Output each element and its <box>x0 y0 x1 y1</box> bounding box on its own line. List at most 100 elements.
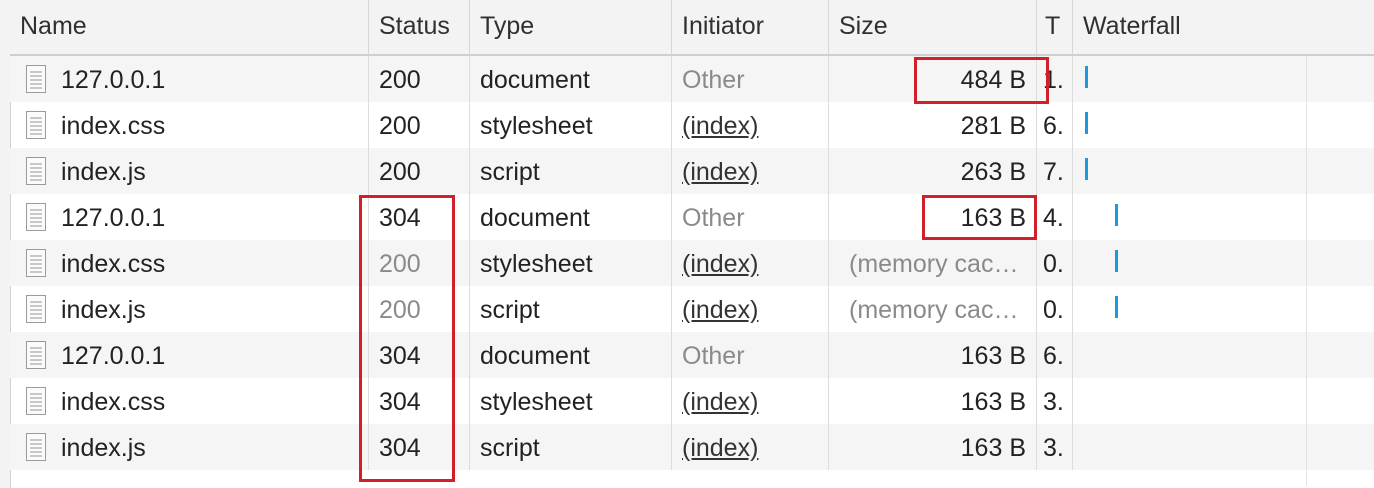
document-icon <box>26 341 46 369</box>
cell-size: (memory cac… <box>829 286 1037 332</box>
column-header-waterfall[interactable]: Waterfall <box>1073 0 1374 54</box>
initiator-link[interactable]: (index) <box>682 158 758 186</box>
cell-waterfall <box>1073 332 1374 378</box>
request-name: index.css <box>61 112 166 140</box>
request-name: index.js <box>61 158 146 186</box>
cell-status: 200 <box>369 240 470 286</box>
column-header-type[interactable]: Type <box>470 0 672 54</box>
cell-name[interactable]: 127.0.0.1 <box>10 194 369 240</box>
cell-time: 6. <box>1037 332 1073 378</box>
table-row[interactable]: index.js 200 script (index) 263 B 7. <box>10 148 1374 194</box>
cell-waterfall <box>1073 56 1374 102</box>
document-icon <box>26 433 46 461</box>
cell-name[interactable]: index.css <box>10 378 369 424</box>
cell-time: 0. <box>1037 240 1073 286</box>
cell-size: 163 B <box>829 378 1037 424</box>
cell-waterfall <box>1073 148 1374 194</box>
column-header-name[interactable]: Name <box>10 0 369 54</box>
cell-type: script <box>470 148 672 194</box>
table-row[interactable]: 127.0.0.1 200 document Other 484 B 1. <box>10 56 1374 102</box>
cell-size: (memory cac… <box>829 240 1037 286</box>
request-name: 127.0.0.1 <box>61 66 166 94</box>
cell-time: 7. <box>1037 148 1073 194</box>
document-icon <box>26 203 46 231</box>
document-icon <box>26 249 46 277</box>
waterfall-bar <box>1115 296 1118 318</box>
request-name: 127.0.0.1 <box>61 204 166 232</box>
cell-name[interactable]: 127.0.0.1 <box>10 332 369 378</box>
initiator-text: Other <box>682 66 745 94</box>
request-name: index.css <box>61 388 166 416</box>
initiator-link[interactable]: (index) <box>682 388 758 416</box>
column-header-initiator[interactable]: Initiator <box>672 0 829 54</box>
initiator-link[interactable]: (index) <box>682 296 758 324</box>
cell-status: 200 <box>369 56 470 102</box>
cell-name[interactable]: index.js <box>10 148 369 194</box>
document-icon <box>26 111 46 139</box>
cell-name[interactable]: index.css <box>10 240 369 286</box>
cell-type: document <box>470 332 672 378</box>
cell-status: 304 <box>369 378 470 424</box>
column-header-size[interactable]: Size <box>829 0 1037 54</box>
waterfall-bar <box>1085 158 1088 180</box>
initiator-link[interactable]: (index) <box>682 250 758 278</box>
request-name: index.css <box>61 250 166 278</box>
cell-time: 1. <box>1037 56 1073 102</box>
request-name: 127.0.0.1 <box>61 342 166 370</box>
waterfall-bar <box>1085 66 1088 88</box>
cell-name[interactable]: index.js <box>10 286 369 332</box>
table-row[interactable]: index.css 200 stylesheet (index) (memory cac… <box>10 240 1374 286</box>
cell-time: 6. <box>1037 102 1073 148</box>
cell-type: stylesheet <box>470 240 672 286</box>
cell-time: 3. <box>1037 424 1073 470</box>
table-row[interactable]: 127.0.0.1 304 document Other 163 B 4. <box>10 194 1374 240</box>
cell-name[interactable]: 127.0.0.1 <box>10 56 369 102</box>
table-row[interactable]: 127.0.0.1 304 document Other 163 B 6. <box>10 332 1374 378</box>
cell-initiator: Other <box>672 332 829 378</box>
document-icon <box>26 65 46 93</box>
cell-waterfall <box>1073 378 1374 424</box>
cell-initiator: (index) <box>672 378 829 424</box>
cell-status: 200 <box>369 286 470 332</box>
table-row[interactable]: index.js 304 script (index) 163 B 3. <box>10 424 1374 470</box>
cell-initiator: (index) <box>672 286 829 332</box>
column-header-time[interactable]: T <box>1037 0 1073 54</box>
cell-name[interactable]: index.css <box>10 102 369 148</box>
cell-status: 200 <box>369 148 470 194</box>
cell-size: 484 B <box>829 56 1037 102</box>
document-icon <box>26 387 46 415</box>
document-icon <box>26 157 46 185</box>
table-row[interactable]: index.css 200 stylesheet (index) 281 B 6. <box>10 102 1374 148</box>
initiator-link[interactable]: (index) <box>682 112 758 140</box>
cell-size: 163 B <box>829 332 1037 378</box>
waterfall-bar <box>1085 112 1088 134</box>
cell-size: 163 B <box>829 194 1037 240</box>
waterfall-bar <box>1115 204 1118 226</box>
cell-waterfall <box>1073 194 1374 240</box>
waterfall-bar <box>1115 250 1118 272</box>
cell-time: 3. <box>1037 378 1073 424</box>
column-header-status[interactable]: Status <box>369 0 470 54</box>
cell-initiator: Other <box>672 194 829 240</box>
cell-name[interactable]: index.js <box>10 424 369 470</box>
cell-status: 304 <box>369 332 470 378</box>
request-name: index.js <box>61 434 146 462</box>
cell-initiator: (index) <box>672 240 829 286</box>
table-header: Name Status Type Initiator Size T Waterf… <box>10 0 1374 56</box>
cell-time: 0. <box>1037 286 1073 332</box>
cell-waterfall <box>1073 286 1374 332</box>
table-row[interactable]: index.css 304 stylesheet (index) 163 B 3. <box>10 378 1374 424</box>
cell-status: 304 <box>369 194 470 240</box>
network-panel: Name Status Type Initiator Size T Waterf… <box>0 0 1374 488</box>
cell-type: script <box>470 286 672 332</box>
cell-waterfall <box>1073 424 1374 470</box>
cell-type: document <box>470 56 672 102</box>
initiator-text: Other <box>682 342 745 370</box>
initiator-link[interactable]: (index) <box>682 434 758 462</box>
table-row[interactable]: index.js 200 script (index) (memory cac… 0. <box>10 286 1374 332</box>
cell-initiator: Other <box>672 56 829 102</box>
request-name: index.js <box>61 296 146 324</box>
cell-initiator: (index) <box>672 148 829 194</box>
initiator-text: Other <box>682 204 745 232</box>
document-icon <box>26 295 46 323</box>
